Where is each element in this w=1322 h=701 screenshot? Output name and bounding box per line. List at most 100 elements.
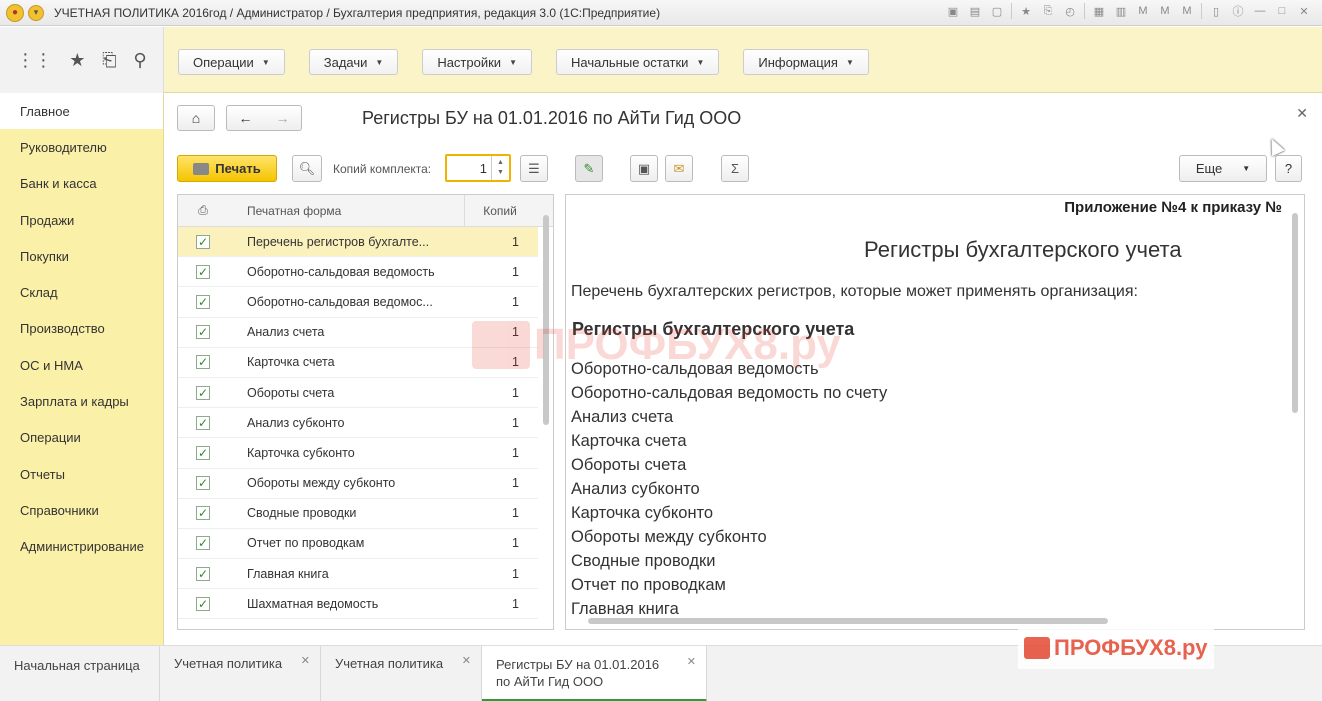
home-button[interactable]: ⌂ [177, 105, 215, 131]
row-copies[interactable]: 1 [465, 295, 535, 309]
panel-layout-icon[interactable]: ▯ [1208, 3, 1224, 19]
edit-toggle-button[interactable]: ✎ [575, 155, 603, 182]
table-row[interactable]: ✓ Оборотно-сальдовая ведомость 1 [178, 257, 538, 288]
table-row[interactable]: ✓ Отчет по проводкам 1 [178, 529, 538, 560]
tasks-menu-button[interactable]: Задачи ▼ [308, 49, 399, 75]
save-icon[interactable]: ▣ [945, 3, 961, 19]
row-copies[interactable]: 1 [465, 536, 535, 550]
memory-plus-icon[interactable]: M [1157, 3, 1173, 19]
sidebar-item-fixed-assets[interactable]: ОС и НМА [0, 347, 163, 383]
table-row[interactable]: ✓ Шахматная ведомость 1 [178, 589, 538, 620]
minimize-icon[interactable]: — [1252, 3, 1268, 19]
preview-horizontal-scrollbar[interactable] [588, 618, 1108, 624]
operations-menu-button[interactable]: Операции ▼ [178, 49, 285, 75]
table-row[interactable]: ✓ Сводные проводки 1 [178, 499, 538, 529]
link-icon[interactable]: ⎘ [1040, 3, 1056, 19]
copies-value[interactable]: 1 [447, 161, 491, 176]
sidebar-item-sales[interactable]: Продажи [0, 202, 163, 238]
all-functions-icon[interactable]: ⋮⋮ [16, 50, 52, 71]
calendar-icon[interactable]: ▥ [1113, 3, 1129, 19]
document-settings-button[interactable]: ☰ [520, 155, 548, 182]
information-menu-button[interactable]: Информация ▼ [743, 49, 869, 75]
sum-button[interactable]: Σ [721, 155, 749, 182]
sidebar-item-purchases[interactable]: Покупки [0, 238, 163, 274]
sidebar-item-reports[interactable]: Отчеты [0, 456, 163, 492]
table-row[interactable]: ✓ Карточка субконто 1 [178, 438, 538, 469]
save-document-button[interactable]: ▣ [630, 155, 658, 182]
row-copies[interactable]: 1 [465, 597, 535, 611]
preview-vertical-scrollbar[interactable] [1292, 213, 1298, 413]
checkbox[interactable]: ✓ [196, 445, 210, 460]
email-button[interactable]: ✉ [665, 155, 693, 182]
calculator-icon[interactable]: ▦ [1091, 3, 1107, 19]
back-arrow-icon[interactable]: ← [239, 110, 253, 126]
sidebar-item-catalogs[interactable]: Справочники [0, 492, 163, 528]
search-icon[interactable]: ⚲ [133, 50, 146, 71]
row-copies[interactable]: 1 [465, 265, 535, 279]
close-tab-icon[interactable]: ✕ [462, 654, 471, 667]
history-icon[interactable]: ⎗ [102, 50, 116, 71]
print-button[interactable]: Печать [177, 155, 277, 182]
maximize-icon[interactable]: □ [1274, 3, 1290, 19]
preview-button[interactable]: 🔍︎ [292, 155, 322, 182]
close-tab-icon[interactable]: ✕ [301, 654, 310, 667]
window-tab-start-page[interactable]: Начальная страница [0, 646, 160, 701]
checkbox[interactable]: ✓ [196, 325, 210, 340]
row-copies[interactable]: 1 [465, 446, 535, 460]
close-icon[interactable]: ✕ [1296, 3, 1312, 19]
table-row[interactable]: ✓ Анализ субконто 1 [178, 408, 538, 439]
copies-stepper[interactable]: 1 ▲ ▼ [445, 154, 511, 182]
table-row[interactable]: ✓ Оборотно-сальдовая ведомос... 1 [178, 287, 538, 318]
row-copies[interactable]: 1 [465, 506, 535, 520]
window-tab-accounting-policy-2[interactable]: Учетная политика ✕ [321, 646, 482, 701]
checkbox[interactable]: ✓ [196, 234, 210, 249]
checkbox[interactable]: ✓ [196, 566, 210, 581]
close-form-icon[interactable]: ✕ [1296, 105, 1308, 122]
more-button[interactable]: Еще ▼ [1179, 155, 1267, 182]
table-row[interactable]: ✓ Обороты счета 1 [178, 378, 538, 409]
row-copies[interactable]: 1 [465, 416, 535, 430]
main-menu-icon[interactable]: ▾ [28, 4, 44, 21]
favorites-icon[interactable]: ★ [69, 50, 85, 71]
sidebar-item-administration[interactable]: Администрирование [0, 529, 163, 565]
column-header-copies[interactable]: Копий [465, 204, 535, 218]
app-logo-icon[interactable]: ● [6, 3, 24, 22]
document-preview[interactable]: Приложение №4 к приказу № Регистры бухга… [565, 194, 1305, 630]
checkbox[interactable]: ✓ [196, 476, 210, 491]
checkbox[interactable]: ✓ [196, 385, 210, 400]
table-row[interactable]: ✓ Обороты между субконто 1 [178, 469, 538, 499]
row-copies[interactable]: 1 [465, 386, 535, 400]
sidebar-item-operations[interactable]: Операции [0, 420, 163, 456]
checkbox[interactable]: ✓ [196, 294, 210, 309]
row-copies[interactable]: 1 [465, 567, 535, 581]
memory-m-icon[interactable]: M [1135, 3, 1151, 19]
forward-arrow-icon[interactable]: → [276, 110, 290, 126]
preview-icon[interactable]: ▢ [989, 3, 1005, 19]
checkbox[interactable]: ✓ [196, 355, 210, 370]
table-row[interactable]: ✓ Главная книга 1 [178, 559, 538, 590]
info-icon[interactable]: ⓘ [1230, 3, 1246, 19]
sidebar-item-payroll[interactable]: Зарплата и кадры [0, 383, 163, 419]
sidebar-item-bank[interactable]: Банк и касса [0, 166, 163, 202]
print-icon[interactable]: ▤ [967, 3, 983, 19]
row-copies[interactable]: 1 [465, 476, 535, 490]
checkbox[interactable]: ✓ [196, 596, 210, 611]
checkbox[interactable]: ✓ [196, 415, 210, 430]
sidebar-item-manager[interactable]: Руководителю [0, 129, 163, 165]
column-header-form[interactable]: Печатная форма [228, 195, 465, 226]
sidebar-item-warehouse[interactable]: Склад [0, 274, 163, 310]
checkbox[interactable]: ✓ [196, 536, 210, 551]
memory-minus-icon[interactable]: M [1179, 3, 1195, 19]
settings-menu-button[interactable]: Настройки ▼ [422, 49, 532, 75]
history-icon[interactable]: ◴ [1062, 3, 1078, 19]
checkbox[interactable]: ✓ [196, 264, 210, 279]
favorites-icon[interactable]: ★ [1018, 3, 1034, 19]
sidebar-item-production[interactable]: Производство [0, 311, 163, 347]
help-button[interactable]: ? [1275, 155, 1302, 182]
table-row[interactable]: ✓ Перечень регистров бухгалте... 1 [178, 227, 538, 258]
sidebar-item-main[interactable]: Главное [0, 93, 163, 130]
window-tab-registers[interactable]: Регистры БУ на 01.01.2016 по АйТи Гид ОО… [482, 646, 707, 701]
checkbox[interactable]: ✓ [196, 506, 210, 521]
window-tab-accounting-policy-1[interactable]: Учетная политика ✕ [160, 646, 321, 701]
row-copies[interactable]: 1 [465, 235, 535, 249]
